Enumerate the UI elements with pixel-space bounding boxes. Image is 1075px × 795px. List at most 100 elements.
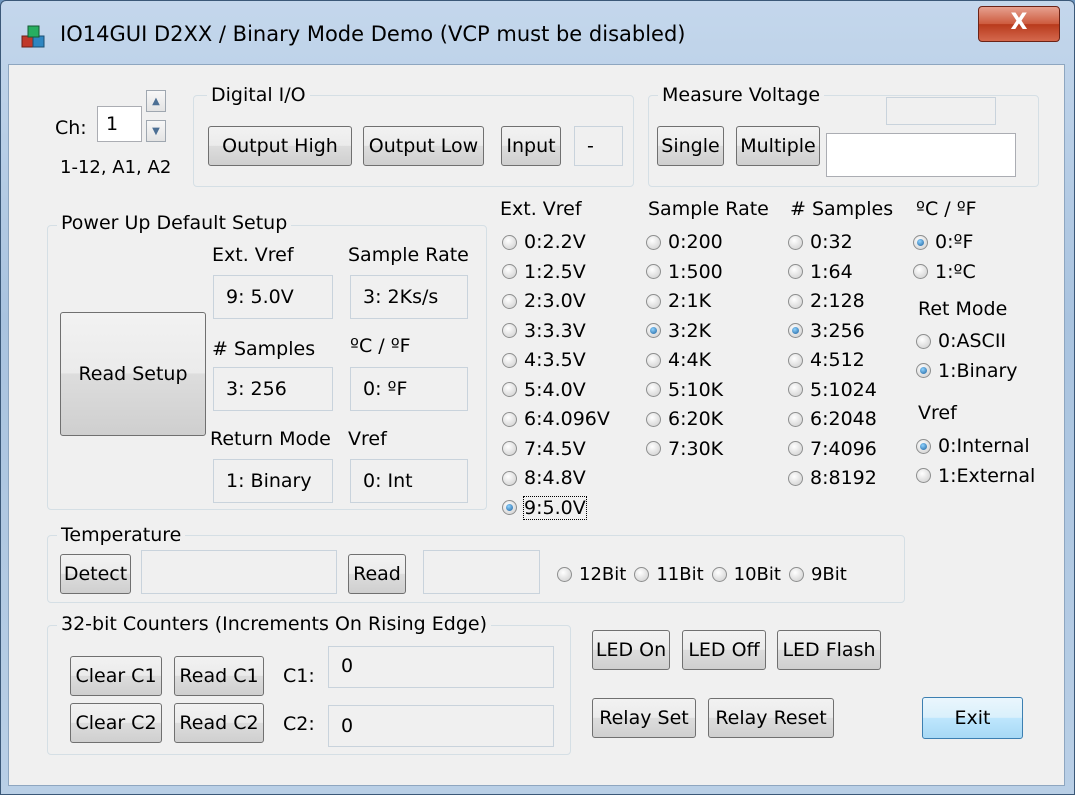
samples-radio-option[interactable]: 4:512 — [788, 346, 865, 374]
radio-button-icon[interactable] — [916, 468, 931, 483]
samples-radio-option[interactable]: 6:2048 — [788, 405, 877, 433]
read-c2-button[interactable]: Read C2 — [174, 703, 264, 743]
radio-button-icon[interactable] — [916, 333, 931, 349]
radio-button-icon[interactable] — [788, 352, 803, 368]
detect-button[interactable]: Detect — [60, 554, 131, 594]
vref-radio-option[interactable]: 0:Internal — [916, 432, 1030, 460]
ret-mode-radio-option[interactable]: 1:Binary — [916, 357, 1018, 385]
samples-radio-option[interactable]: 2:128 — [788, 287, 865, 315]
ext-vref-radio-option[interactable]: 1:2.5V — [502, 258, 586, 286]
ext-vref-radio-option[interactable]: 2:3.0V — [502, 287, 586, 315]
sample-rate-radio-option[interactable]: 5:10K — [646, 376, 723, 404]
radio-button-icon[interactable] — [502, 323, 517, 338]
sample-rate-radio-option[interactable]: 6:20K — [646, 405, 723, 433]
samples-radio-option[interactable]: 7:4096 — [788, 435, 877, 463]
radio-button-icon[interactable] — [502, 293, 517, 309]
sample-rate-radio-option[interactable]: 2:1K — [646, 287, 711, 315]
clear-c1-button[interactable]: Clear C1 — [70, 656, 162, 696]
clear-c2-button[interactable]: Clear C2 — [70, 703, 162, 743]
radio-button-icon[interactable] — [634, 566, 650, 582]
samples-radio-option[interactable]: 0:32 — [788, 228, 853, 256]
radio-button-icon[interactable] — [711, 566, 727, 582]
samples-radio-option[interactable]: 3:256 — [788, 317, 865, 345]
radio-button-icon[interactable] — [502, 382, 517, 397]
radio-button-icon[interactable] — [916, 438, 931, 454]
sample-rate-radio-option[interactable]: 1:500 — [646, 258, 723, 286]
ret-mode-radio-option[interactable]: 0:ASCII — [916, 327, 1006, 355]
radio-button-icon[interactable] — [502, 411, 517, 427]
radio-button-icon[interactable] — [502, 470, 517, 486]
ext-vref-radio-option[interactable]: 0:2.2V — [502, 228, 586, 256]
read-setup-button[interactable]: Read Setup — [60, 312, 206, 436]
resolution-radio-option[interactable]: 10Bit — [711, 560, 781, 588]
ext-vref-radio-option[interactable]: 8:4.8V — [502, 464, 586, 492]
ext-vref-radio-option[interactable]: 9:5.0V — [502, 494, 587, 522]
ext-vref-radio-option[interactable]: 3:3.3V — [502, 317, 586, 345]
radio-button-icon[interactable] — [788, 441, 803, 456]
read-c1-button[interactable]: Read C1 — [174, 656, 264, 696]
radio-button-icon[interactable] — [913, 234, 928, 250]
channel-input[interactable]: 1 — [97, 106, 142, 142]
radio-button-icon[interactable] — [916, 363, 931, 378]
radio-button-icon[interactable] — [788, 264, 803, 279]
ext-vref-radio-option[interactable]: 5:4.0V — [502, 376, 586, 404]
radio-option-label: 0:Internal — [938, 435, 1030, 457]
temp-unit-radio-option[interactable]: 1:ºC — [913, 258, 976, 286]
output-high-button[interactable]: Output High — [208, 126, 352, 166]
led-flash-button[interactable]: LED Flash — [777, 630, 881, 670]
radio-button-icon[interactable] — [502, 264, 517, 279]
samples-radio-option[interactable]: 8:8192 — [788, 464, 877, 492]
ext-vref-radio-option[interactable]: 4:3.5V — [502, 346, 586, 374]
radio-button-icon[interactable] — [788, 566, 804, 582]
resolution-radio-option[interactable]: 9Bit — [788, 560, 847, 588]
multiple-button[interactable]: Multiple — [736, 126, 820, 166]
radio-button-icon[interactable] — [646, 441, 661, 456]
read-temperature-button[interactable]: Read — [348, 554, 406, 594]
radio-button-icon[interactable] — [502, 234, 517, 250]
sample-rate-radio-option[interactable]: 7:30K — [646, 435, 723, 463]
ext-vref-radio-option[interactable]: 7:4.5V — [502, 435, 586, 463]
input-button[interactable]: Input — [501, 126, 561, 166]
radio-button-icon[interactable] — [502, 441, 517, 456]
resolution-radio-option[interactable]: 12Bit — [557, 560, 626, 588]
radio-button-icon[interactable] — [646, 264, 661, 279]
radio-button-icon[interactable] — [646, 323, 661, 338]
radio-button-icon[interactable] — [788, 323, 803, 338]
radio-button-icon[interactable] — [646, 382, 661, 397]
resolution-radio-option[interactable]: 11Bit — [634, 560, 704, 588]
radio-button-icon[interactable] — [646, 411, 661, 427]
c1-value-display: 0 — [328, 646, 554, 688]
samples-radio-option[interactable]: 1:64 — [788, 258, 853, 286]
led-on-button[interactable]: LED On — [592, 630, 670, 670]
spin-down-button[interactable]: ▼ — [146, 120, 166, 142]
radio-button-icon[interactable] — [646, 352, 661, 368]
radio-button-icon[interactable] — [788, 382, 803, 397]
radio-button-icon[interactable] — [502, 500, 517, 515]
output-low-button[interactable]: Output Low — [363, 126, 484, 166]
radio-button-icon[interactable] — [646, 293, 661, 309]
sample-rate-radio-option[interactable]: 0:200 — [646, 228, 723, 256]
exit-button[interactable]: Exit — [922, 697, 1023, 739]
relay-reset-button[interactable]: Relay Reset — [708, 698, 834, 738]
led-off-button[interactable]: LED Off — [682, 630, 766, 670]
relay-set-button[interactable]: Relay Set — [592, 698, 696, 738]
radio-button-icon[interactable] — [788, 411, 803, 427]
radio-button-icon[interactable] — [788, 293, 803, 309]
radio-button-icon[interactable] — [646, 234, 661, 250]
vref-radio-option[interactable]: 1:External — [916, 462, 1035, 490]
sample-rate-radio-option[interactable]: 3:2K — [646, 317, 711, 345]
ext-vref-radio-option[interactable]: 6:4.096V — [502, 405, 610, 433]
close-button[interactable]: X — [978, 6, 1060, 42]
voltage-result-field[interactable] — [826, 133, 1016, 177]
single-button[interactable]: Single — [657, 126, 724, 166]
radio-option-label: 0:32 — [810, 231, 853, 253]
radio-button-icon[interactable] — [788, 234, 803, 250]
samples-radio-option[interactable]: 5:1024 — [788, 376, 877, 404]
radio-button-icon[interactable] — [557, 566, 572, 582]
sample-rate-radio-option[interactable]: 4:4K — [646, 346, 711, 374]
spin-up-button[interactable]: ▲ — [146, 90, 166, 112]
radio-button-icon[interactable] — [788, 470, 803, 486]
radio-button-icon[interactable] — [913, 264, 928, 279]
temp-unit-radio-option[interactable]: 0:ºF — [913, 228, 973, 256]
radio-button-icon[interactable] — [502, 352, 517, 368]
